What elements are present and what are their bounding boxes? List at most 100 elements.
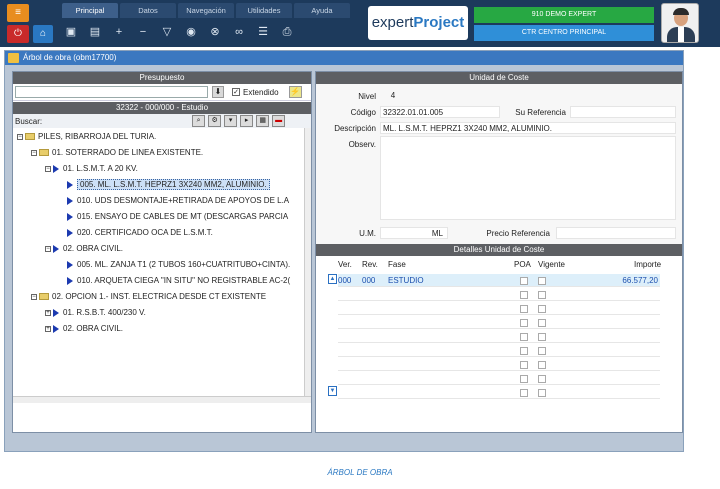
check-icon[interactable]: ◉: [182, 23, 200, 41]
collapse-icon[interactable]: −: [17, 133, 23, 140]
column-header: POA: [514, 260, 531, 269]
cancel-icon[interactable]: ⊗: [206, 23, 224, 41]
tree-view: − PILES, RIBARROJA DEL TURIA. −01. SOTERR…: [13, 128, 311, 403]
vigente-checkbox[interactable]: [538, 277, 546, 285]
list-icon[interactable]: ☰: [254, 23, 272, 41]
image-icon[interactable]: ▦: [256, 115, 270, 127]
table-row[interactable]: [338, 302, 660, 315]
center-button[interactable]: CTR CENTRO PRINCIPAL: [474, 25, 654, 41]
scroll-up-icon[interactable]: ▲: [328, 274, 337, 284]
search-row: Buscar: ⌕ ⚙ ▾ ▸ ▦ ▬: [13, 114, 311, 128]
tree-node[interactable]: 005. ML. ZANJA T1 (2 TUBOS 160+CUATRITUB…: [67, 258, 307, 272]
window-icon: [8, 53, 19, 63]
column-header: Vigente: [538, 260, 565, 269]
company-button[interactable]: 910 DEMO EXPERT: [474, 7, 654, 23]
avatar[interactable]: [661, 3, 699, 43]
tree-node-selected[interactable]: 005. ML. L.S.M.T. HEPRZ1 3X240 MM2, ALUM…: [67, 178, 270, 192]
node-arrow-icon: [53, 164, 59, 173]
node-arrow-icon: [67, 212, 73, 221]
cost-unit-panel: Unidad de Coste Nivel 4 Código 32322.01.…: [315, 71, 683, 433]
tab-utilidades[interactable]: Utilidades: [236, 3, 292, 18]
collapse-icon[interactable]: −: [31, 149, 37, 156]
search-label: Buscar:: [15, 116, 43, 126]
extendido-checkbox[interactable]: ✓: [232, 88, 240, 96]
column-header: Ver.: [338, 260, 352, 269]
tree-node[interactable]: 015. ENSAYO DE CABLES DE MT (DESCARGAS P…: [67, 210, 307, 224]
table-row[interactable]: [338, 358, 660, 371]
table-row[interactable]: 000 000 ESTUDIO 66.577,20: [338, 274, 660, 287]
tree-node[interactable]: −02. OPCION 1.- INST. ELECTRICA DESDE CT…: [31, 290, 266, 304]
observ-field[interactable]: [380, 136, 676, 220]
budget-header: Presupuesto: [13, 72, 311, 84]
tree-node[interactable]: +02. OBRA CIVIL.: [45, 322, 123, 336]
node-arrow-icon: [53, 324, 59, 333]
descripcion-field[interactable]: ML. L.S.M.T. HEPRZ1 3X240 MM2, ALUMINIO.: [380, 122, 676, 134]
precio-referencia-field[interactable]: [556, 227, 676, 239]
collapse-icon[interactable]: −: [45, 165, 51, 172]
caption: ÁRBOL DE OBRA: [327, 468, 393, 477]
tree-vertical-scrollbar[interactable]: [304, 128, 311, 403]
chevron-down-icon[interactable]: ▾: [224, 115, 238, 127]
nivel-field: 4: [390, 91, 396, 100]
filter-icon[interactable]: ▽: [158, 23, 176, 41]
su-referencia-label: Su Referencia: [515, 108, 566, 117]
detalles-header: Detalles Unidad de Coste: [316, 244, 682, 256]
tree-node[interactable]: 020. CERTIFICADO OCA DE L.S.M.T.: [67, 226, 213, 240]
add-icon[interactable]: +: [110, 23, 128, 41]
tree-horizontal-scrollbar[interactable]: [13, 396, 311, 403]
menu-icon[interactable]: ≡: [7, 4, 29, 22]
budget-row: ⬇ ✓ Extendido ⚡: [13, 84, 311, 101]
cost-unit-header: Unidad de Coste: [316, 72, 682, 84]
tab-datos[interactable]: Datos: [120, 3, 176, 18]
tree-window: Árbol de obra (obm17700) Presupuesto ⬇ ✓…: [4, 50, 684, 452]
table-row[interactable]: [338, 330, 660, 343]
folder-icon: [39, 149, 49, 157]
collapse-icon[interactable]: −: [45, 245, 51, 252]
print-icon[interactable]: ⎙: [278, 23, 296, 41]
budget-input[interactable]: [15, 86, 208, 98]
table-row[interactable]: [338, 288, 660, 301]
tree-node[interactable]: −02. OBRA CIVIL.: [45, 242, 123, 256]
su-referencia-field[interactable]: [570, 106, 676, 118]
tree-node[interactable]: 010. UDS DESMONTAJE+RETIRADA DE APOYOS D…: [67, 194, 307, 208]
collapse-icon[interactable]: −: [31, 293, 37, 300]
search-icon[interactable]: ⌕: [192, 115, 206, 127]
power-icon[interactable]: ⏻: [7, 25, 29, 43]
search-options-icon[interactable]: ⚙: [208, 115, 222, 127]
clear-icon[interactable]: ▬: [272, 115, 286, 127]
table-row[interactable]: [338, 344, 660, 357]
binoculars-icon[interactable]: ∞: [230, 23, 248, 41]
lightning-icon[interactable]: ⚡: [288, 86, 302, 98]
save-icon[interactable]: ▣: [62, 23, 80, 41]
download-icon[interactable]: ⬇: [212, 86, 224, 98]
folder-icon: [39, 293, 49, 301]
node-arrow-icon: [53, 244, 59, 253]
tree-node[interactable]: − PILES, RIBARROJA DEL TURIA.: [17, 130, 156, 144]
column-header: Importe: [634, 260, 662, 269]
tree-node[interactable]: +01. R.S.B.T. 400/230 V.: [45, 306, 146, 320]
table-row[interactable]: [338, 372, 660, 385]
save-as-icon[interactable]: ▤: [86, 23, 104, 41]
codigo-field[interactable]: 32322.01.01.005: [380, 106, 500, 118]
node-arrow-icon: [67, 228, 73, 237]
home-icon[interactable]: ⌂: [33, 25, 53, 43]
table-row[interactable]: [338, 316, 660, 329]
expand-icon[interactable]: +: [45, 309, 51, 316]
expand-icon[interactable]: +: [45, 325, 51, 332]
tab-ayuda[interactable]: Ayuda: [294, 3, 350, 18]
tree-node[interactable]: −01. SOTERRADO DE LINEA EXISTENTE.: [31, 146, 203, 160]
poa-checkbox[interactable]: [520, 277, 528, 285]
scroll-down-icon[interactable]: ▼: [328, 386, 337, 396]
tab-navegacion[interactable]: Navegación: [178, 3, 234, 18]
remove-icon[interactable]: −: [134, 23, 152, 41]
tree-node[interactable]: −01. L.S.M.T. A 20 KV.: [45, 162, 138, 176]
cost-unit-form: Nivel 4 Código 32322.01.01.005 Su Refere…: [316, 84, 682, 244]
um-label: U.M.: [359, 229, 376, 238]
detalles-grid: Ver. Rev. Fase POA Vigente Importe ▲ 000…: [316, 256, 682, 436]
node-arrow-icon: [67, 260, 73, 269]
next-icon[interactable]: ▸: [240, 115, 254, 127]
tree-node[interactable]: 010. ARQUETA CIEGA "IN SITU" NO REGISTRA…: [67, 274, 307, 288]
table-row[interactable]: [338, 386, 660, 399]
um-field[interactable]: ML: [380, 227, 448, 239]
tab-principal[interactable]: Principal: [62, 3, 118, 18]
